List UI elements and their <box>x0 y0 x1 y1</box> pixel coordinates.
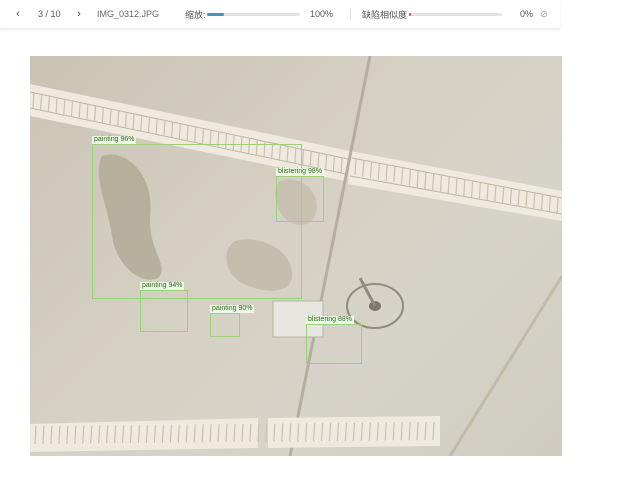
detection-box[interactable]: painting 96% <box>92 136 302 299</box>
inspection-image: painting 96% blistering 98% painting 94% pa… <box>30 56 562 456</box>
detection-label: blistering 98% <box>276 168 324 176</box>
detection-label: blistering 88% <box>306 316 354 324</box>
detection-box[interactable]: blistering 98% <box>276 168 324 222</box>
chevron-right-icon[interactable]: › <box>71 0 87 28</box>
viewer-toolbar: ‹ 3 / 10 › IMG_0312.JPG 缩放: 100% 缺陷相似度 0… <box>0 0 560 29</box>
detection-box[interactable]: painting 90% <box>210 305 255 337</box>
similarity-label: 缺陷相似度 <box>362 9 408 20</box>
chevron-left-icon[interactable]: ‹ <box>10 0 26 28</box>
similarity-slider[interactable] <box>409 0 502 28</box>
detection-label: painting 96% <box>92 136 137 144</box>
zoom-label: 缩放: <box>185 9 206 20</box>
image-counter: 3 / 10 <box>38 9 61 19</box>
close-circle-icon[interactable]: ⊘ <box>538 0 550 28</box>
similarity-slider-fill <box>409 12 411 16</box>
detection-box[interactable]: blistering 88% <box>306 316 362 364</box>
file-name: IMG_0312.JPG <box>97 9 160 19</box>
detection-label: painting 94% <box>140 282 185 290</box>
toolbar-divider <box>350 8 351 20</box>
detection-label: painting 90% <box>210 305 255 313</box>
zoom-slider-fill <box>207 12 224 16</box>
zoom-slider[interactable] <box>207 0 300 28</box>
ceiling-fan <box>346 277 404 329</box>
detection-box[interactable]: painting 94% <box>140 282 188 332</box>
zoom-value: 100% <box>310 9 334 19</box>
similarity-value: 0% <box>520 9 534 19</box>
